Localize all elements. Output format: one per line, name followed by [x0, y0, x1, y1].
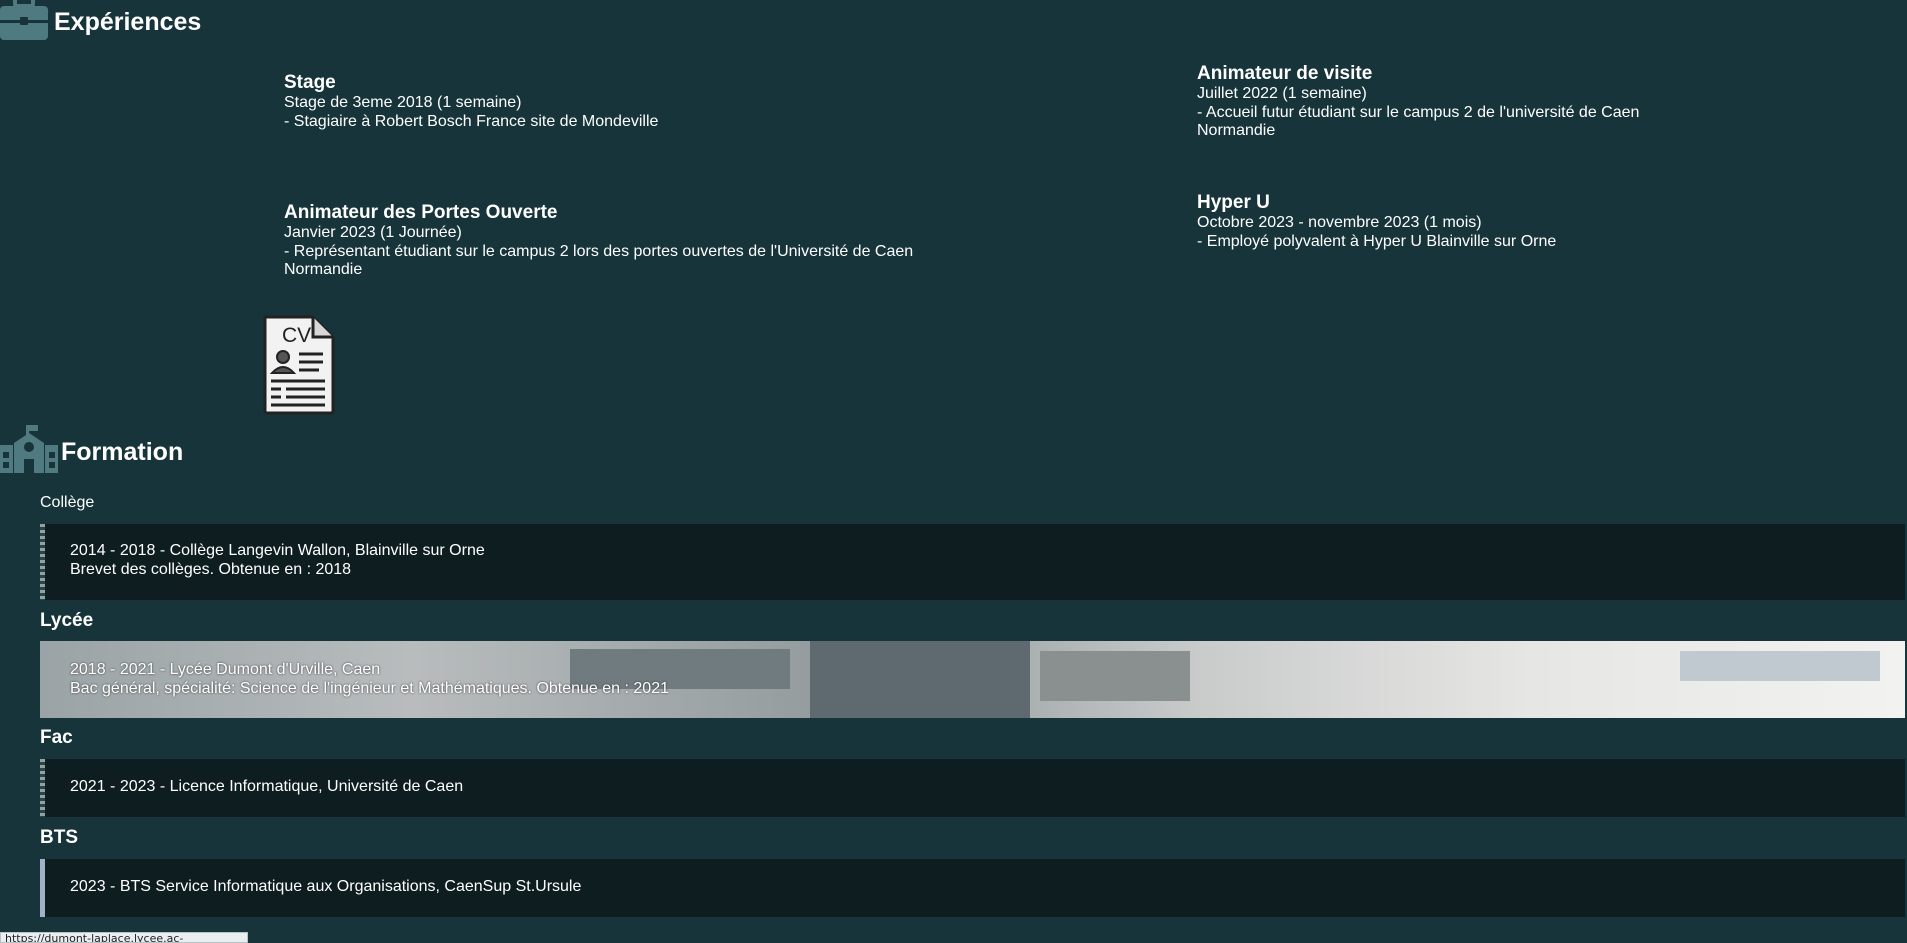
- formation-detail: Bac général, spécialité: Science de l'in…: [70, 679, 669, 697]
- formation-line: 2023 - BTS Service Informatique aux Orga…: [70, 878, 582, 895]
- level-bts: BTS: [40, 827, 78, 848]
- experiences-header: Expériences: [0, 0, 201, 44]
- job-title: Animateur des Portes Ouverte: [284, 202, 558, 223]
- formation-line: 2021 - 2023 - Licence Informatique, Univ…: [70, 778, 464, 795]
- image-edge: [40, 859, 45, 917]
- school-icon: [0, 424, 58, 480]
- job-period: Juillet 2022 (1 semaine): [1197, 85, 1367, 102]
- formation-lycee: 2018 - 2021 - Lycée Dumont d'Urville, Ca…: [40, 641, 1905, 718]
- job-title: Animateur de visite: [1197, 63, 1373, 84]
- formation-college: 2014 - 2018 - Collège Langevin Wallon, B…: [40, 524, 1905, 600]
- job-period: Stage de 3eme 2018 (1 semaine): [284, 94, 522, 111]
- cv-label: CV: [282, 324, 311, 347]
- experiences-title: Expériences: [54, 7, 202, 36]
- briefcase-icon: [0, 0, 48, 47]
- level-fac: Fac: [40, 727, 73, 748]
- job-description: - Employé polyvalent à Hyper U Blainvill…: [1197, 232, 1557, 250]
- job-description: - Stagiaire à Robert Bosch France site d…: [284, 112, 659, 130]
- job-description: - Accueil futur étudiant sur le campus 2…: [1197, 103, 1640, 140]
- image-edge: [40, 524, 45, 600]
- job-animateur-visite: Animateur de visite Juillet 2022 (1 sema…: [1197, 63, 1667, 141]
- job-period: Octobre 2023 - novembre 2023 (1 mois): [1197, 214, 1482, 231]
- level-lycee: Lycée: [40, 610, 94, 631]
- status-bar-url: https://dumont-laplace.lycee.ac-normandi…: [0, 932, 248, 943]
- job-hyper-u: Hyper U Octobre 2023 - novembre 2023 (1 …: [1197, 192, 1697, 251]
- job-period: Janvier 2023 (1 Journée): [284, 224, 462, 241]
- job-portes-ouvertes: Animateur des Portes Ouverte Janvier 202…: [284, 202, 944, 280]
- job-stage: Stage Stage de 3eme 2018 (1 semaine) - S…: [284, 72, 924, 131]
- formation-line: 2018 - 2021 - Lycée Dumont d'Urville, Ca…: [70, 661, 381, 678]
- formation-fac: 2021 - 2023 - Licence Informatique, Univ…: [40, 759, 1905, 817]
- formation-bts: 2023 - BTS Service Informatique aux Orga…: [40, 859, 1905, 917]
- job-description: - Représentant étudiant sur le campus 2 …: [284, 242, 914, 279]
- level-college: Collège: [40, 494, 95, 511]
- job-title: Hyper U: [1197, 192, 1270, 213]
- cv-document-icon[interactable]: CV: [261, 315, 337, 415]
- job-title: Stage: [284, 72, 336, 93]
- image-edge: [40, 759, 45, 817]
- formation-detail: Brevet des collèges. Obtenue en : 2018: [70, 560, 352, 578]
- formation-line: 2014 - 2018 - Collège Langevin Wallon, B…: [70, 542, 485, 559]
- formation-title: Formation: [61, 437, 184, 466]
- formation-header: Formation: [0, 424, 184, 480]
